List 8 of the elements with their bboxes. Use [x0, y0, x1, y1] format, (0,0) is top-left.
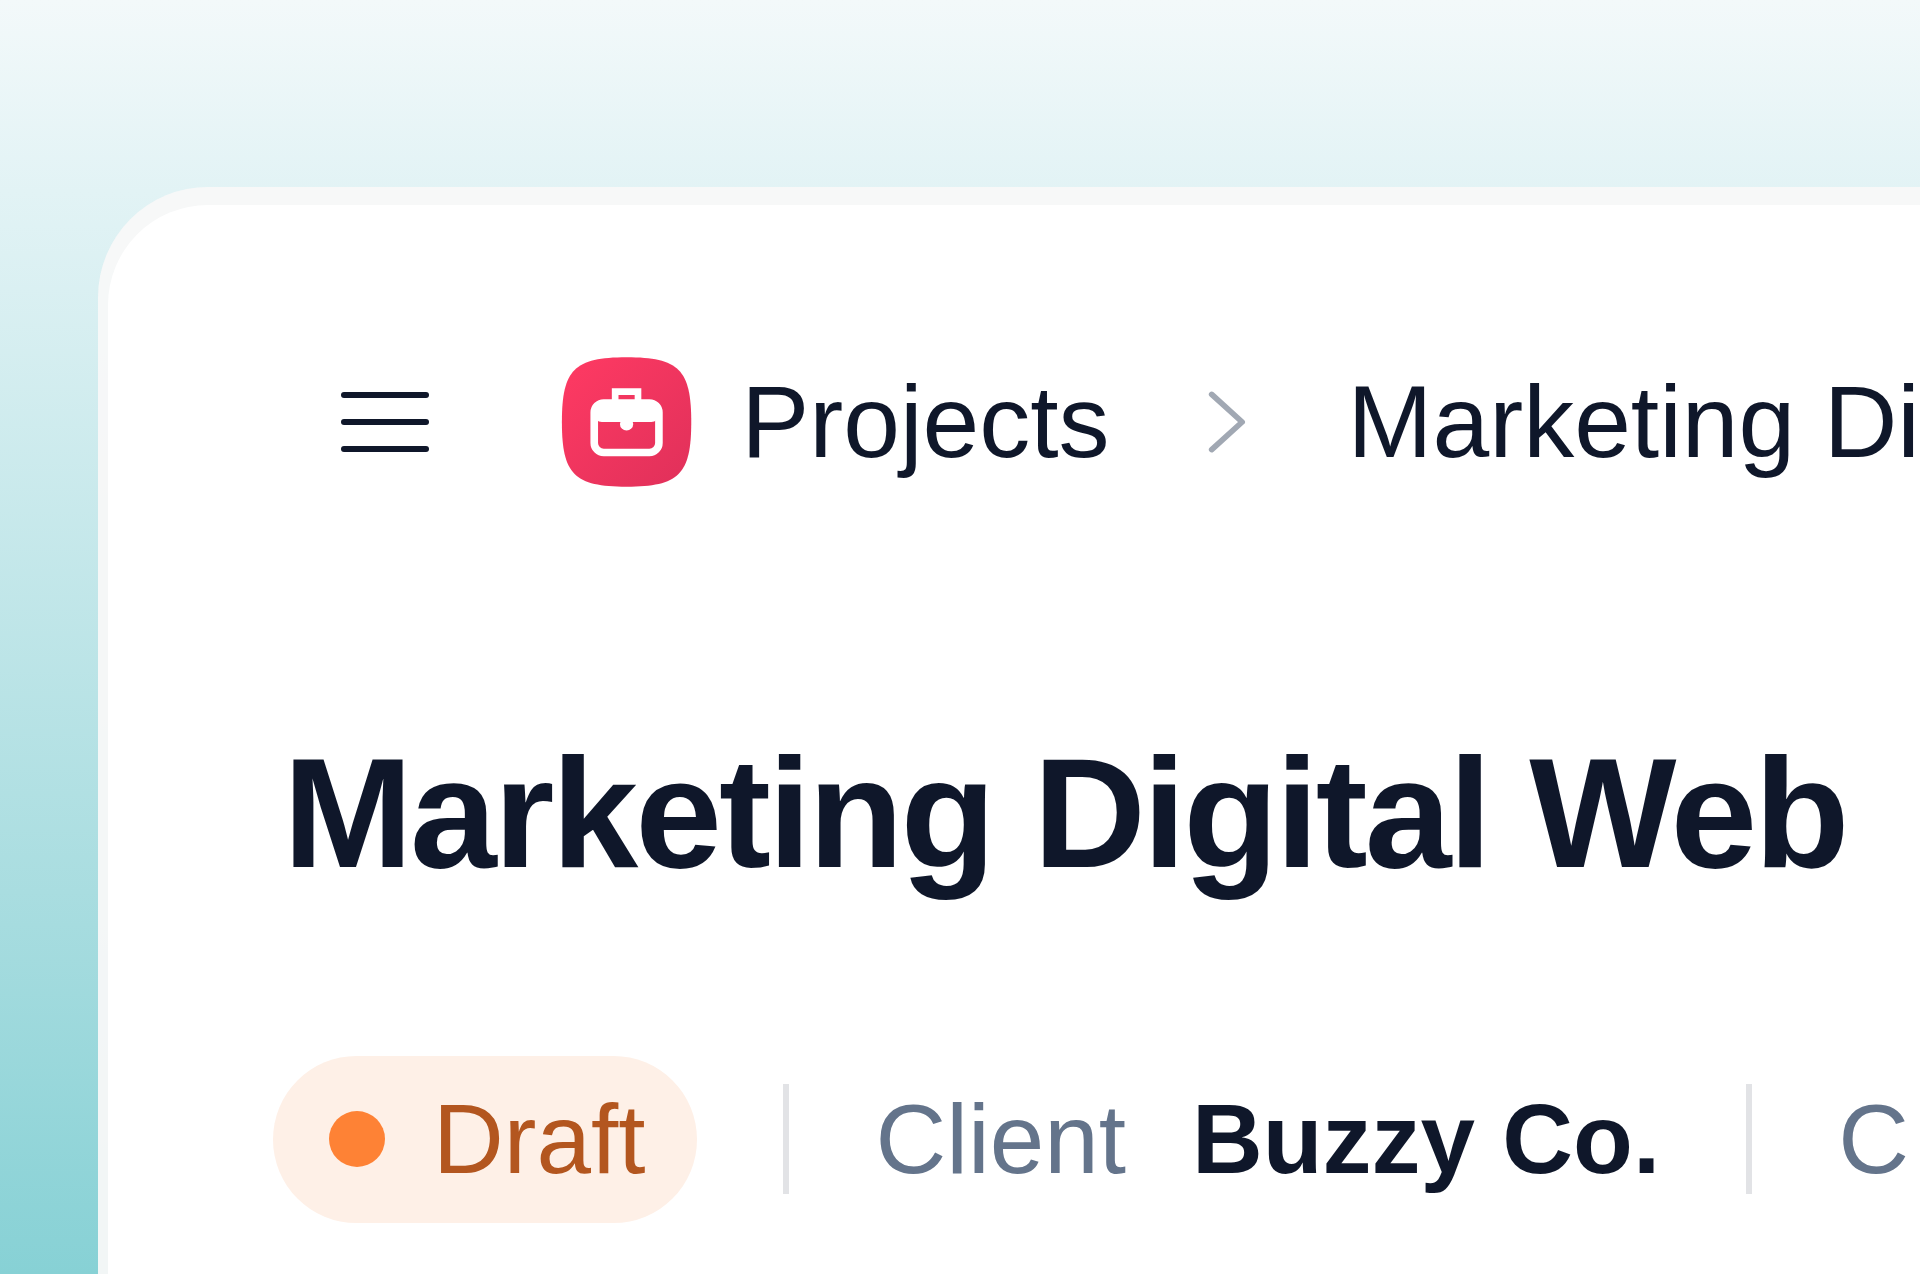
status-label: Draft: [433, 1082, 646, 1196]
breadcrumb-link[interactable]: Projects: [741, 363, 1110, 481]
meta-label: C: [1838, 1082, 1909, 1196]
menu-button[interactable]: [340, 389, 430, 455]
breadcrumb-link[interactable]: Marketing Di: [1347, 363, 1920, 481]
meta-value: Buzzy Co.: [1191, 1082, 1661, 1196]
page-title: Marketing Digital Web: [283, 728, 1848, 900]
meta-label: Client: [875, 1082, 1126, 1196]
